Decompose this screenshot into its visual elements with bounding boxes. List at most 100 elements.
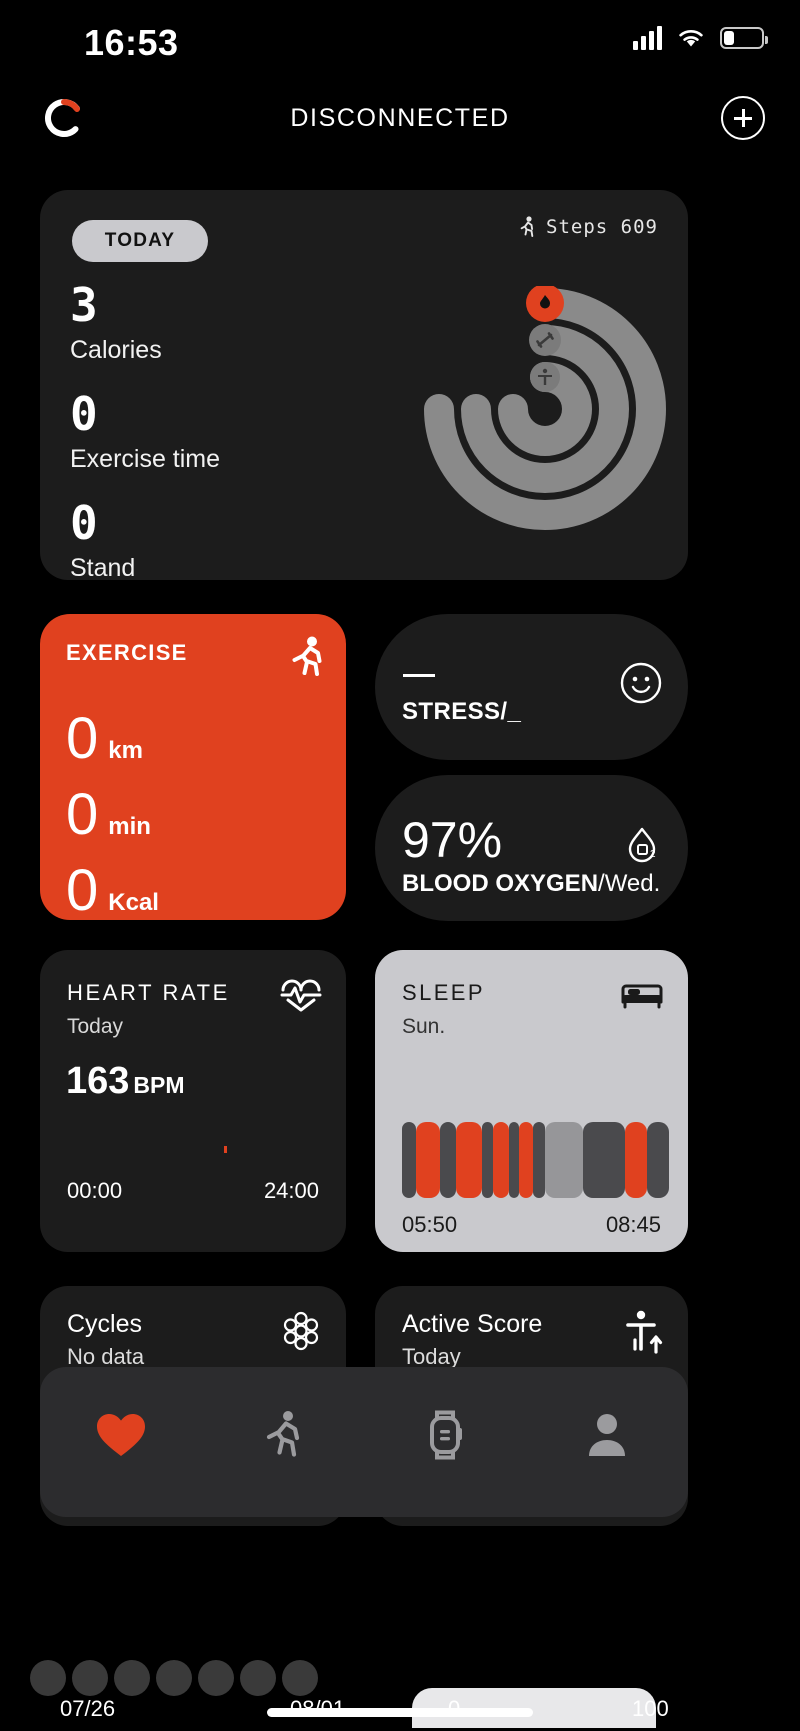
heart-rate-axis-end: 24:00 — [263, 1178, 319, 1203]
exercise-metrics: 0 km 0 min 0 Kcal — [66, 710, 159, 938]
blood-oxygen-label-row: BLOOD OXYGEN/Wed. — [402, 870, 660, 898]
sleep-stage-segment — [416, 1122, 440, 1198]
sleep-card[interactable]: SLEEP Sun. 05:50 08:45 — [375, 950, 688, 1252]
running-person-icon — [266, 1411, 300, 1457]
home-indicator — [267, 1708, 533, 1717]
cycles-day-dots — [30, 1660, 318, 1696]
metric-calories-value: 3 — [70, 278, 100, 332]
sleep-axis-end: 08:45 — [605, 1212, 661, 1237]
cycle-dot — [240, 1660, 276, 1696]
metric-stand: 0 Stand — [70, 500, 220, 583]
cycle-dot — [198, 1660, 234, 1696]
sleep-stage-segment — [583, 1122, 625, 1198]
steps-summary: Steps 609 — [518, 216, 658, 238]
metric-exercise-time-label: Exercise time — [70, 445, 221, 473]
tab-activity[interactable] — [202, 1367, 364, 1477]
exercise-calories-unit: Kcal — [108, 889, 159, 916]
blood-oxygen-day: /Wed. — [598, 870, 661, 897]
exercise-duration-unit: min — [108, 813, 151, 840]
blood-oxygen-card[interactable]: 97% BLOOD OXYGEN/Wed. 2 — [375, 775, 688, 921]
cycle-dot — [114, 1660, 150, 1696]
sleep-axis: 05:50 08:45 — [402, 1212, 661, 1238]
stress-card-label: STRESS/_ — [402, 698, 522, 725]
metric-exercise-time-value: 0 — [70, 387, 100, 441]
heart-rate-datapoint — [224, 1146, 227, 1153]
flower-cycle-icon — [283, 1311, 319, 1351]
heart-rate-axis: 00:00 24:00 — [67, 1178, 319, 1204]
connection-status-title: DISCONNECTED — [290, 104, 510, 132]
cycle-dot — [156, 1660, 192, 1696]
app-header: DISCONNECTED — [0, 90, 800, 150]
heart-rate-card-subtitle: Today — [67, 1015, 124, 1038]
tab-health[interactable] — [40, 1367, 202, 1477]
cycles-axis-start: 07/26 — [60, 1696, 116, 1721]
activity-rings-card[interactable]: TODAY Steps 609 3 Calories 0 Exercise ti… — [40, 190, 688, 582]
sleep-stage-bar-chart — [402, 1122, 669, 1198]
running-person-icon — [292, 636, 322, 676]
sleep-stage-segment — [519, 1122, 533, 1198]
active-score-card-title: Active Score — [402, 1310, 543, 1338]
cycle-dot — [282, 1660, 318, 1696]
heart-rate-card[interactable]: HEART RATE Today 163 BPM 00:00 24:00 — [40, 950, 346, 1252]
activity-rings-graphic — [424, 286, 666, 530]
heart-rate-unit: BPM — [133, 1072, 185, 1098]
heart-pulse-icon — [280, 979, 322, 1012]
sleep-stage-segment — [456, 1122, 482, 1198]
sleep-stage-segment — [509, 1122, 519, 1198]
metric-calories: 3 Calories — [70, 282, 220, 365]
active-score-axis-end: 100 — [632, 1696, 669, 1721]
tab-device[interactable] — [364, 1367, 526, 1477]
exercise-calories-row: 0 Kcal — [66, 862, 159, 920]
watch-device-icon — [430, 1410, 462, 1460]
status-bar-indicators — [633, 26, 768, 50]
sleep-card-subtitle: Sun. — [402, 1015, 446, 1038]
exercise-calories-value: 0 — [66, 858, 99, 923]
sleep-stage-segment — [402, 1122, 416, 1198]
walking-person-icon — [520, 216, 534, 237]
smiley-face-icon — [620, 662, 662, 704]
exercise-distance-value: 0 — [66, 706, 99, 771]
blood-oxygen-value: 97% — [402, 812, 503, 868]
sleep-stage-segment — [545, 1122, 583, 1198]
sleep-stage-segment — [482, 1122, 493, 1198]
heart-rate-card-title: HEART RATE — [67, 980, 230, 1005]
add-icon[interactable] — [721, 96, 765, 140]
tab-profile[interactable] — [526, 1367, 688, 1477]
steps-value-text: Steps 609 — [546, 216, 658, 238]
heart-rate-axis-start: 00:00 — [67, 1178, 123, 1203]
heart-rate-value-row: 163 BPM — [66, 1060, 185, 1103]
svg-text:2: 2 — [650, 849, 656, 860]
bed-icon — [621, 984, 663, 1009]
signal-bars-icon — [633, 26, 662, 50]
stress-value-dash — [403, 674, 435, 677]
blood-drop-icon: 2 — [628, 827, 656, 863]
sleep-stage-segment — [493, 1122, 509, 1198]
battery-low-icon — [720, 27, 768, 49]
sleep-axis-start: 05:50 — [402, 1212, 458, 1237]
person-profile-icon — [589, 1414, 625, 1456]
active-person-arrow-icon — [626, 1310, 663, 1354]
rings-metrics-list: 3 Calories 0 Exercise time 0 Stand — [70, 282, 220, 609]
sleep-stage-segment — [440, 1122, 456, 1198]
stress-card[interactable]: STRESS/_ — [375, 614, 688, 760]
bottom-tab-bar[interactable] — [40, 1367, 688, 1517]
cycle-dot — [30, 1660, 66, 1696]
cycles-card-title: Cycles — [67, 1310, 143, 1338]
heart-rate-value: 163 — [66, 1060, 130, 1102]
sleep-stage-segment — [625, 1122, 647, 1198]
cycle-dot — [72, 1660, 108, 1696]
metric-stand-value: 0 — [70, 496, 100, 550]
metric-calories-label: Calories — [70, 336, 162, 364]
exercise-card[interactable]: EXERCISE 0 km 0 min 0 Kcal — [40, 614, 346, 920]
sleep-card-title: SLEEP — [402, 980, 485, 1005]
exercise-card-title: EXERCISE — [66, 640, 188, 665]
exercise-duration-row: 0 min — [66, 786, 159, 844]
wifi-icon — [679, 30, 703, 47]
today-pill[interactable]: TODAY — [72, 220, 208, 262]
status-bar: 16:53 — [0, 0, 800, 78]
exercise-distance-unit: km — [108, 737, 143, 764]
metric-stand-label: Stand — [70, 554, 136, 582]
exercise-duration-value: 0 — [66, 782, 99, 847]
metric-exercise-time: 0 Exercise time — [70, 391, 220, 474]
sleep-stage-segment — [647, 1122, 669, 1198]
